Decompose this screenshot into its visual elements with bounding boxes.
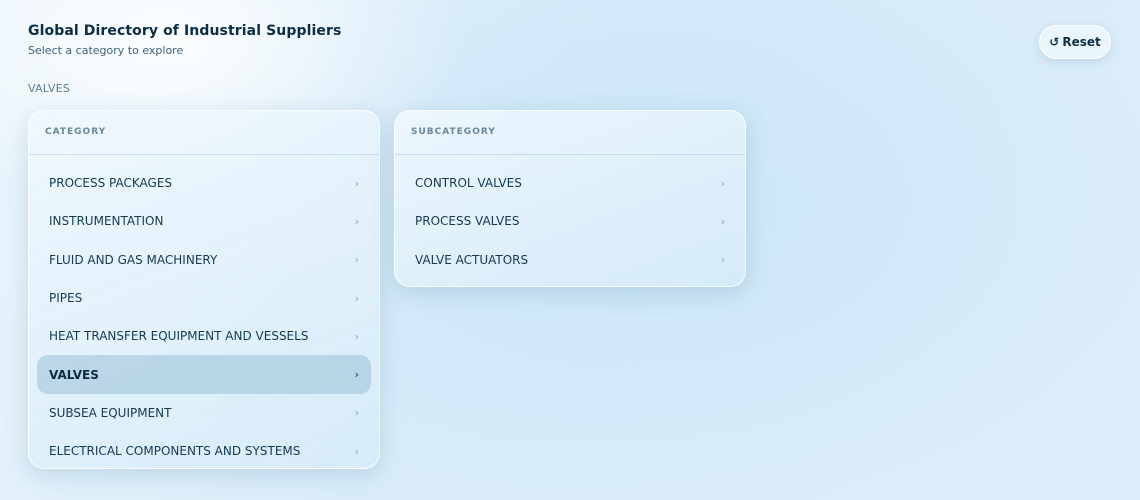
subcategory-list: CONTROL VALVES › PROCESS VALVES › VALVE … <box>395 155 745 279</box>
category-item-electrical-components[interactable]: ELECTRICAL COMPONENTS AND SYSTEMS › <box>37 432 371 470</box>
chevron-right-icon: › <box>354 368 359 382</box>
category-item-subsea-equipment[interactable]: SUBSEA EQUIPMENT › <box>37 394 371 432</box>
chevron-right-icon: › <box>354 176 359 190</box>
subcategory-item-label: PROCESS VALVES <box>415 214 520 229</box>
breadcrumb: VALVES <box>28 82 70 95</box>
reset-icon: ↺ <box>1049 35 1060 49</box>
subcategory-item-label: CONTROL VALVES <box>415 176 522 191</box>
chevron-right-icon: › <box>354 406 359 420</box>
chevron-right-icon: › <box>720 253 725 267</box>
reset-label: Reset <box>1062 35 1101 49</box>
chevron-right-icon: › <box>354 214 359 228</box>
chevron-right-icon: › <box>354 444 359 458</box>
page-subtitle: Select a category to explore <box>28 44 184 57</box>
chevron-right-icon: › <box>354 253 359 267</box>
category-item-label: PIPES <box>49 291 83 306</box>
category-panel-heading: CATEGORY <box>29 111 379 155</box>
page-header: Global Directory of Industrial Suppliers… <box>28 23 341 57</box>
category-item-fluid-and-gas-machinery[interactable]: FLUID AND GAS MACHINERY › <box>37 241 371 279</box>
category-item-pipes[interactable]: PIPES › <box>37 279 371 317</box>
category-item-label: PROCESS PACKAGES <box>49 176 173 191</box>
category-item-valves[interactable]: VALVES › <box>37 355 371 394</box>
chevron-right-icon: › <box>354 291 359 305</box>
category-list: PROCESS PACKAGES › INSTRUMENTATION › FLU… <box>29 155 379 470</box>
category-panel: CATEGORY PROCESS PACKAGES › INSTRUMENTAT… <box>28 110 380 469</box>
page-title: Global Directory of Industrial Suppliers <box>28 23 342 39</box>
subcategory-item-process-valves[interactable]: PROCESS VALVES › <box>403 202 737 240</box>
category-item-label: VALVES <box>49 367 99 382</box>
category-item-instrumentation[interactable]: INSTRUMENTATION › <box>37 202 371 240</box>
category-item-label: FLUID AND GAS MACHINERY <box>49 252 218 267</box>
subcategory-panel: SUBCATEGORY CONTROL VALVES › PROCESS VAL… <box>394 110 746 287</box>
subcategory-item-valve-actuators[interactable]: VALVE ACTUATORS › <box>403 241 737 279</box>
category-item-process-packages[interactable]: PROCESS PACKAGES › <box>37 164 371 202</box>
subcategory-item-control-valves[interactable]: CONTROL VALVES › <box>403 164 737 202</box>
category-item-label: HEAT TRANSFER EQUIPMENT AND VESSELS <box>49 329 309 344</box>
chevron-right-icon: › <box>354 329 359 343</box>
category-item-label: SUBSEA EQUIPMENT <box>49 405 172 420</box>
chevron-right-icon: › <box>720 176 725 190</box>
category-item-label: ELECTRICAL COMPONENTS AND SYSTEMS <box>49 444 301 459</box>
category-item-label: INSTRUMENTATION <box>49 214 164 229</box>
chevron-right-icon: › <box>720 214 725 228</box>
reset-button[interactable]: ↺ Reset <box>1039 25 1111 59</box>
subcategory-item-label: VALVE ACTUATORS <box>415 252 529 267</box>
subcategory-panel-heading: SUBCATEGORY <box>395 111 745 155</box>
category-item-heat-transfer-equipment[interactable]: HEAT TRANSFER EQUIPMENT AND VESSELS › <box>37 317 371 355</box>
